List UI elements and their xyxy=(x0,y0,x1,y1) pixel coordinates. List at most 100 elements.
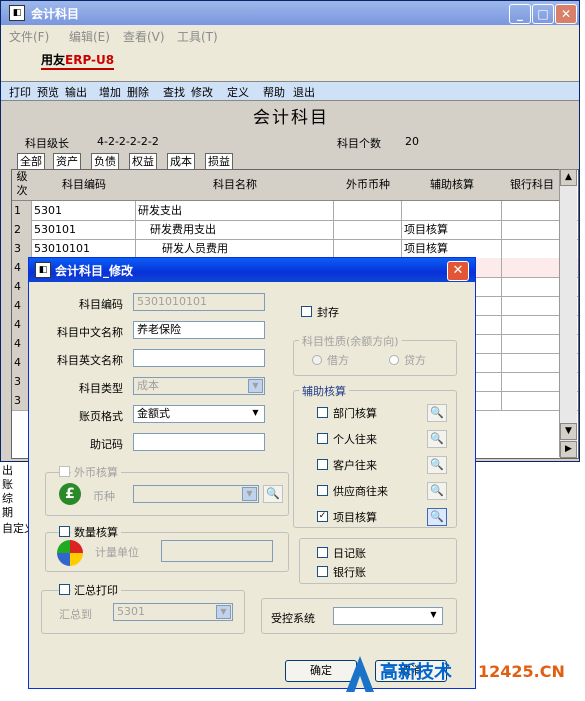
menu-tools[interactable]: 工具(T) xyxy=(177,28,218,45)
currency-search-icon: 🔍 xyxy=(263,485,283,503)
unit-field xyxy=(161,540,273,562)
mnemonic-label: 助记码 xyxy=(90,438,123,451)
print-button[interactable]: 打印 xyxy=(9,84,31,100)
table-vertical-scrollbar[interactable]: ▲ ▼ ▶ xyxy=(559,169,577,458)
chevron-down-icon: ▼ xyxy=(426,609,441,623)
sealed-checkbox[interactable] xyxy=(301,306,312,317)
table-row[interactable]: 1 5301 研发支出 xyxy=(12,201,578,221)
level-value: 4-2-2-2-2-2 xyxy=(97,135,159,148)
delete-button[interactable]: 删除 xyxy=(127,84,149,100)
column-header[interactable]: 级次 xyxy=(12,170,33,201)
watermark: 高新技术 12425.CN xyxy=(346,652,582,698)
summary-to-select: 5301 ▼ xyxy=(113,603,233,621)
bank-label: 银行账 xyxy=(333,566,366,579)
aux-search-icon[interactable]: 🔍 xyxy=(427,508,447,526)
table-row[interactable]: 3 53010101 研发人员费用 项目核算 xyxy=(12,239,578,259)
menu-view[interactable]: 查看(V) xyxy=(123,28,165,45)
tab-liabilities[interactable]: 负债 xyxy=(91,153,119,170)
toolbar: 打印 预览 输出 增加 删除 查找 修改 定义 帮助 退出 xyxy=(1,81,579,101)
watermark-text: 高新技术 xyxy=(380,662,452,683)
count-label: 科目个数 xyxy=(337,137,381,150)
forex-title: 外币核算 xyxy=(71,464,121,480)
minimize-icon[interactable]: _ xyxy=(509,4,531,24)
modify-account-dialog: ◧ 会计科目_修改 ✕ 科目编码 5301010101 科目中文名称 养老保险 … xyxy=(28,257,476,689)
aux-checkbox[interactable] xyxy=(317,433,328,444)
aux-checkbox[interactable] xyxy=(317,459,328,470)
watermark-domain: 12425.CN xyxy=(478,662,565,681)
summary-print-title: 汇总打印 xyxy=(71,582,121,598)
tab-equity[interactable]: 权益 xyxy=(129,153,157,170)
close-icon[interactable]: ✕ xyxy=(555,4,577,24)
aux-checkbox[interactable]: ✓ xyxy=(317,511,328,522)
type-label: 科目类型 xyxy=(79,382,123,395)
ledger-group xyxy=(299,538,457,584)
exit-button[interactable]: 退出 xyxy=(293,84,315,100)
scroll-down-icon[interactable]: ▼ xyxy=(560,423,577,440)
aux-search-icon[interactable]: 🔍 xyxy=(427,456,447,474)
journal-label: 日记账 xyxy=(333,547,366,560)
column-header[interactable]: 科目编码 xyxy=(32,170,137,201)
menu-file[interactable]: 文件(F) xyxy=(9,28,49,45)
balance-direction-title: 科目性质(余额方向) xyxy=(299,333,402,349)
dialog-titlebar[interactable]: ◧ 会计科目_修改 ✕ xyxy=(29,258,475,282)
journal-checkbox[interactable] xyxy=(317,547,328,558)
mnemonic-field[interactable] xyxy=(133,433,265,451)
main-titlebar[interactable]: ◧ 会计科目 _ □ ✕ xyxy=(1,1,579,25)
currency-select: ▼ xyxy=(133,485,259,503)
preview-button[interactable]: 预览 xyxy=(37,84,59,100)
scroll-up-icon[interactable]: ▲ xyxy=(560,169,577,186)
maximize-icon[interactable]: □ xyxy=(532,4,554,24)
column-header[interactable]: 银行科目 xyxy=(502,170,563,201)
chevron-down-icon: ▼ xyxy=(248,379,263,393)
aux-label: 供应商往来 xyxy=(333,485,388,498)
en-name-field[interactable] xyxy=(133,349,265,367)
menu-edit[interactable]: 编辑(E) xyxy=(69,28,110,45)
table-cell xyxy=(334,239,402,258)
column-header[interactable]: 科目名称 xyxy=(136,170,335,201)
currency-icon: £ xyxy=(59,483,81,505)
aux-accounting-title: 辅助核算 xyxy=(299,383,349,399)
summary-print-checkbox[interactable] xyxy=(59,584,70,595)
menu-bar: 文件(F) 编辑(E) 查看(V) 工具(T) xyxy=(1,25,579,45)
quantity-checkbox[interactable] xyxy=(59,526,70,537)
scroll-right-icon[interactable]: ▶ xyxy=(560,441,577,458)
tab-profit-loss[interactable]: 损益 xyxy=(205,153,233,170)
bank-checkbox[interactable] xyxy=(317,566,328,577)
column-header[interactable]: 外币币种 xyxy=(334,170,403,201)
chevron-down-icon: ▼ xyxy=(216,605,231,619)
aux-checkbox[interactable] xyxy=(317,407,328,418)
debit-label: 借方 xyxy=(327,354,349,367)
export-button[interactable]: 输出 xyxy=(65,84,87,100)
aux-label: 客户往来 xyxy=(333,459,377,472)
help-button[interactable]: 帮助 xyxy=(263,84,285,100)
dialog-title: 会计科目_修改 xyxy=(55,264,134,278)
dialog-close-icon[interactable]: ✕ xyxy=(447,261,469,281)
column-header[interactable]: 辅助核算 xyxy=(402,170,503,201)
tab-cost[interactable]: 成本 xyxy=(167,153,195,170)
aux-search-icon[interactable]: 🔍 xyxy=(427,404,447,422)
sealed-label: 封存 xyxy=(317,306,339,319)
debit-radio xyxy=(312,355,322,365)
table-cell: 5301 xyxy=(32,201,136,220)
background-item: 期 xyxy=(2,506,13,519)
forex-checkbox[interactable] xyxy=(59,466,70,477)
table-cell xyxy=(334,201,402,220)
modify-button[interactable]: 修改 xyxy=(191,84,213,100)
aux-checkbox[interactable] xyxy=(317,485,328,496)
format-select[interactable]: 金额式 ▼ xyxy=(133,405,265,423)
define-button[interactable]: 定义 xyxy=(227,84,249,100)
table-cell: 2 xyxy=(12,220,32,239)
aux-search-icon[interactable]: 🔍 xyxy=(427,430,447,448)
table-row[interactable]: 2 530101 研发费用支出 项目核算 xyxy=(12,220,578,240)
aux-search-icon[interactable]: 🔍 xyxy=(427,482,447,500)
brand-band: 用友ERP-U8 xyxy=(1,45,579,81)
cn-name-field[interactable]: 养老保险 xyxy=(133,321,265,339)
controlled-system-label: 受控系统 xyxy=(271,612,315,625)
controlled-system-select[interactable]: ▼ xyxy=(333,607,443,625)
tab-all[interactable]: 全部 xyxy=(17,153,45,170)
add-button[interactable]: 增加 xyxy=(99,84,121,100)
table-cell: 项目核算 xyxy=(402,220,502,239)
find-button[interactable]: 查找 xyxy=(163,84,185,100)
watermark-logo-icon xyxy=(346,656,374,692)
tab-assets[interactable]: 资产 xyxy=(53,153,81,170)
